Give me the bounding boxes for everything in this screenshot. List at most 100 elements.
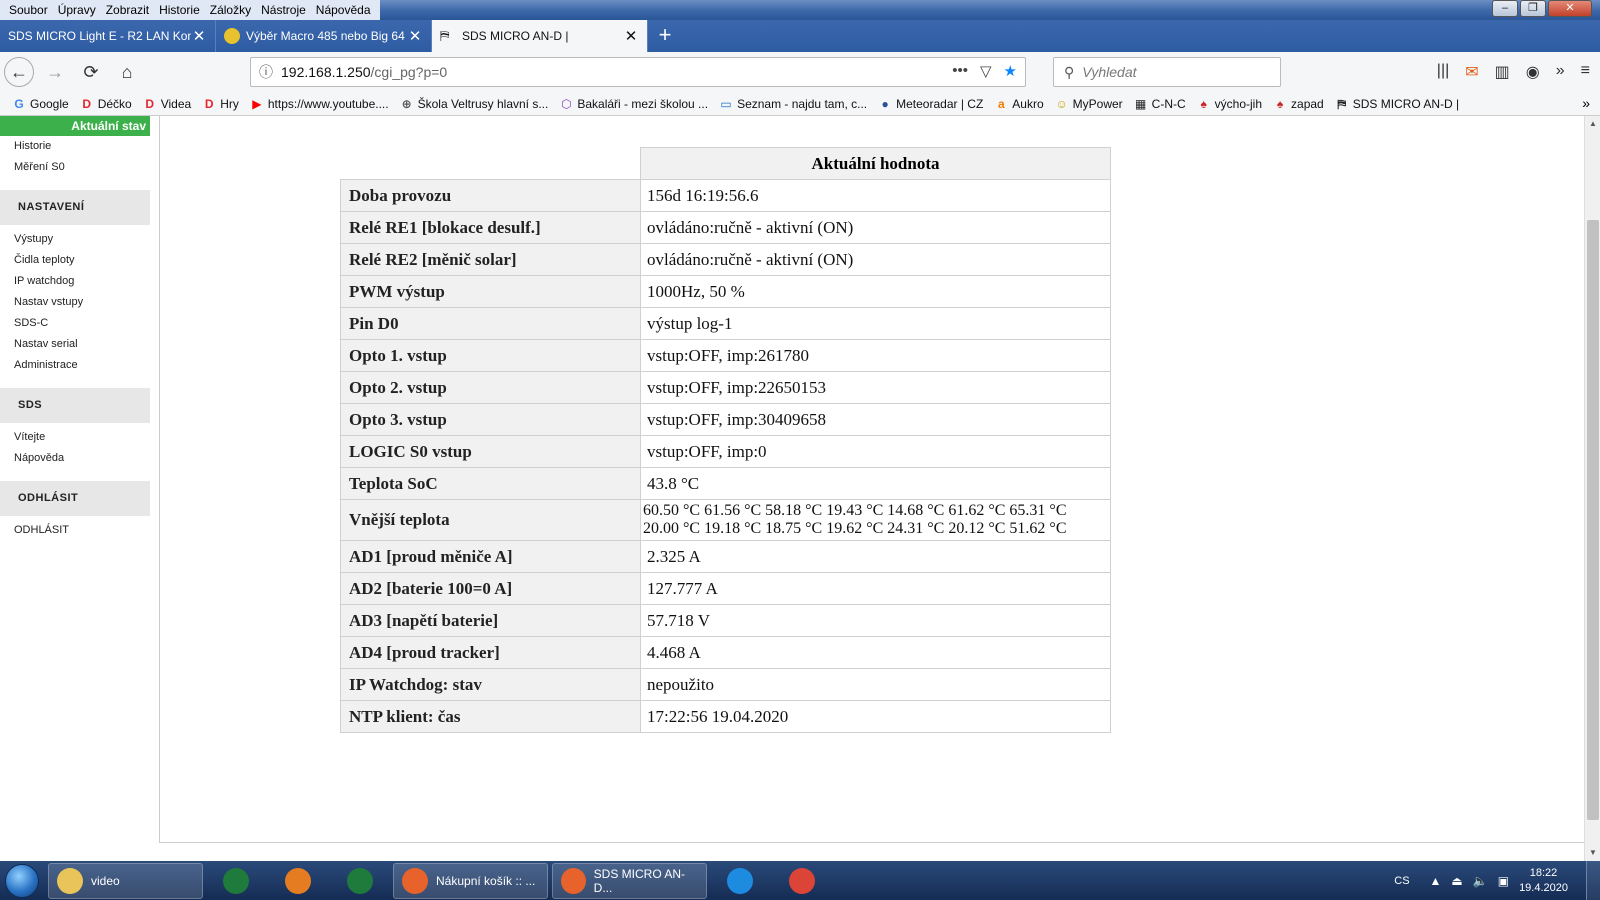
sidebar-item-nastav-vstupy[interactable]: Nastav vstupy xyxy=(0,292,150,313)
bookmark-https-www-youtube[interactable]: ▶ https://www.youtube.... xyxy=(250,97,388,111)
system-tray: CS ▲ ⏏ 🔈 ▣ 18:22 19.4.2020 xyxy=(1394,861,1600,900)
forward-button[interactable]: → xyxy=(40,57,70,87)
sidebar-item-administrace[interactable]: Administrace xyxy=(0,355,150,376)
usb-icon[interactable]: ⏏ xyxy=(1451,874,1462,888)
table-row: PWM výstup 1000Hz, 50 % xyxy=(340,275,1111,308)
vycho-icon: ♠ xyxy=(1200,96,1207,111)
sidebar-item-napoveda[interactable]: Nápověda xyxy=(0,448,150,469)
sidebar-item-vitejte[interactable]: Vítejte xyxy=(0,427,150,448)
web-page: Aktuální stav Historie Měření S0 NASTAVEN… xyxy=(0,116,1584,861)
tab-close-icon[interactable]: ✕ xyxy=(407,27,423,45)
hamburger-menu-icon[interactable]: ≡ xyxy=(1581,62,1590,82)
taskbar-item-nakupni-kosik[interactable]: Nákupní košík :: ... xyxy=(393,862,548,899)
menu-zalozky[interactable]: Záložky xyxy=(210,3,251,17)
bookmark-seznam-najdu-tam-c[interactable]: ▭ Seznam - najdu tam, c... xyxy=(719,97,867,111)
sidebar-item-ip-watchdog[interactable]: IP watchdog xyxy=(0,271,150,292)
volume-icon[interactable]: 🔈 xyxy=(1473,874,1488,888)
home-button[interactable]: ⌂ xyxy=(112,57,142,87)
menu-zobrazit[interactable]: Zobrazit xyxy=(106,3,149,17)
taskbar-item-chrome-icon[interactable] xyxy=(773,863,831,899)
taskbar-item-media-player-icon[interactable] xyxy=(269,863,327,899)
bookmark-meteoradar-cz[interactable]: ● Meteoradar | CZ xyxy=(878,97,984,111)
search-input[interactable]: ⚲ Vyhledat xyxy=(1053,57,1281,87)
bookmark-decko[interactable]: D Déčko xyxy=(80,97,131,111)
bookmark-skola-veltrusy-hlavni-s[interactable]: ⊕ Škola Veltrusy hlavní s... xyxy=(400,97,549,111)
info-icon[interactable]: ⓘ xyxy=(259,62,273,82)
sidebar-toggle-icon[interactable]: ▥ xyxy=(1495,62,1510,82)
network-icon[interactable]: ▣ xyxy=(1498,874,1509,888)
scroll-up-icon[interactable]: ▲ xyxy=(1585,116,1600,132)
sidebar-item-mereni-s0[interactable]: Měření S0 xyxy=(0,157,150,178)
back-button[interactable]: ← xyxy=(4,57,34,87)
sidebar-item-nastav-serial[interactable]: Nastav serial xyxy=(0,334,150,355)
show-desktop-button[interactable] xyxy=(1586,861,1600,900)
bookmarks-overflow-icon[interactable]: » xyxy=(1582,95,1590,111)
smiley-favicon-icon xyxy=(224,28,240,44)
aukro-icon: a xyxy=(997,96,1005,111)
bookmark-bakalari-mezi-skolou[interactable]: ⬡ Bakaláři - mezi školou ... xyxy=(559,97,708,111)
row-label: Doba provozu xyxy=(340,179,641,212)
page-actions-icon[interactable]: ••• xyxy=(952,62,968,80)
taskbar-item-sds-micro-an-d[interactable]: SDS MICRO AN-D... xyxy=(552,862,707,899)
windows-logo-icon xyxy=(5,863,39,898)
pocket-icon[interactable]: ▽ xyxy=(980,62,992,80)
library-icon[interactable]: ||| xyxy=(1437,62,1449,82)
tab-3[interactable]: ⛿ SDS MICRO AN-D | ✕ xyxy=(432,20,648,52)
bookmark-label: Google xyxy=(30,96,69,111)
bookmark-google[interactable]: G Google xyxy=(12,96,69,111)
close-window-button[interactable]: ✕ xyxy=(1548,0,1592,17)
bookmark-videa[interactable]: D Videa xyxy=(143,97,191,111)
maximize-button[interactable]: ❐ xyxy=(1520,0,1546,17)
bookmark-label: Škola Veltrusy hlavní s... xyxy=(417,96,549,111)
bookmark-c-n-c[interactable]: ▦ C-N-C xyxy=(1134,97,1186,111)
sidebar-item-sds-c[interactable]: SDS-C xyxy=(0,313,150,334)
menu-upravy[interactable]: Úpravy xyxy=(58,3,96,17)
tab-1[interactable]: SDS MICRO Light E - R2 LAN Kontr ✕ xyxy=(0,20,216,52)
table-row: Relé RE1 [blokace desulf.] ovládáno:ručně… xyxy=(340,211,1111,244)
bookmark-mypower[interactable]: ☺ MyPower xyxy=(1055,97,1123,111)
reload-button[interactable]: ⟳ xyxy=(76,57,106,87)
mail-icon[interactable]: ✉ xyxy=(1465,62,1478,82)
row-label: IP Watchdog: stav xyxy=(340,668,641,701)
menu-historie[interactable]: Historie xyxy=(159,3,200,17)
bookmark-aukro[interactable]: a Aukro xyxy=(994,96,1044,111)
sidebar-item-vystupy[interactable]: Výstupy xyxy=(0,229,150,250)
bookmark-vycho-jih[interactable]: ♠ výcho-jih xyxy=(1197,97,1262,111)
bookmark-label: MyPower xyxy=(1072,96,1123,111)
sidebar-item-odhlasit[interactable]: ODHLÁSIT xyxy=(0,520,150,541)
start-button[interactable] xyxy=(0,861,44,900)
menu-nastroje[interactable]: Nástroje xyxy=(261,3,306,17)
tab-title: SDS MICRO AN-D | xyxy=(462,29,569,43)
new-tab-button[interactable]: + xyxy=(648,20,682,52)
taskbar-item-excel-icon[interactable] xyxy=(207,863,265,899)
vertical-scrollbar[interactable]: ▲ ▼ xyxy=(1584,116,1600,861)
bookmark-hry[interactable]: D Hry xyxy=(202,97,239,111)
scroll-down-icon[interactable]: ▼ xyxy=(1585,845,1600,861)
tab-2[interactable]: Výběr Macro 485 nebo Big 64 S ✕ xyxy=(216,20,432,52)
bookmark-star-icon[interactable]: ★ xyxy=(1004,62,1017,80)
taskbar-item-video[interactable]: video xyxy=(48,862,203,899)
menu-napoveda[interactable]: Nápověda xyxy=(316,3,371,17)
taskbar-item-excel-icon[interactable] xyxy=(331,863,389,899)
scrollbar-thumb[interactable] xyxy=(1587,220,1599,820)
account-icon[interactable]: ◉ xyxy=(1526,62,1540,82)
sidebar-item-aktualni-stav[interactable]: Aktuální stav xyxy=(0,116,150,136)
sidebar-item-cidla-teploty[interactable]: Čidla teploty xyxy=(0,250,150,271)
taskbar-item-label: Nákupní košík :: ... xyxy=(436,873,536,888)
overflow-menu-icon[interactable]: » xyxy=(1556,62,1565,82)
bookmark-zapad[interactable]: ♠ zapad xyxy=(1273,97,1324,111)
language-indicator[interactable]: CS xyxy=(1394,875,1409,887)
url-bar[interactable]: ⓘ 192.168.1.250/cgi_pg?p=0 ••• ▽ ★ xyxy=(250,57,1026,87)
sidebar-item-historie[interactable]: Historie xyxy=(0,136,150,157)
menu-soubor[interactable]: Soubor xyxy=(9,3,48,17)
minimize-button[interactable]: – xyxy=(1492,0,1518,17)
tab-close-icon[interactable]: ✕ xyxy=(623,27,639,45)
sidebar-heading-nastaveni: NASTAVENÍ xyxy=(0,190,150,225)
clock[interactable]: 18:22 19.4.2020 xyxy=(1519,866,1568,896)
taskbar-item-internet-explorer-icon[interactable] xyxy=(711,863,769,899)
row-value: 17:22:56 19.04.2020 xyxy=(640,700,1111,733)
show-hidden-icons-icon[interactable]: ▲ xyxy=(1430,874,1442,888)
bookmark-sds-micro-an-d[interactable]: ⛿ SDS MICRO AN-D | xyxy=(1335,97,1459,111)
tab-close-icon[interactable]: ✕ xyxy=(191,27,207,45)
row-label: AD1 [proud měniče A] xyxy=(340,540,641,573)
